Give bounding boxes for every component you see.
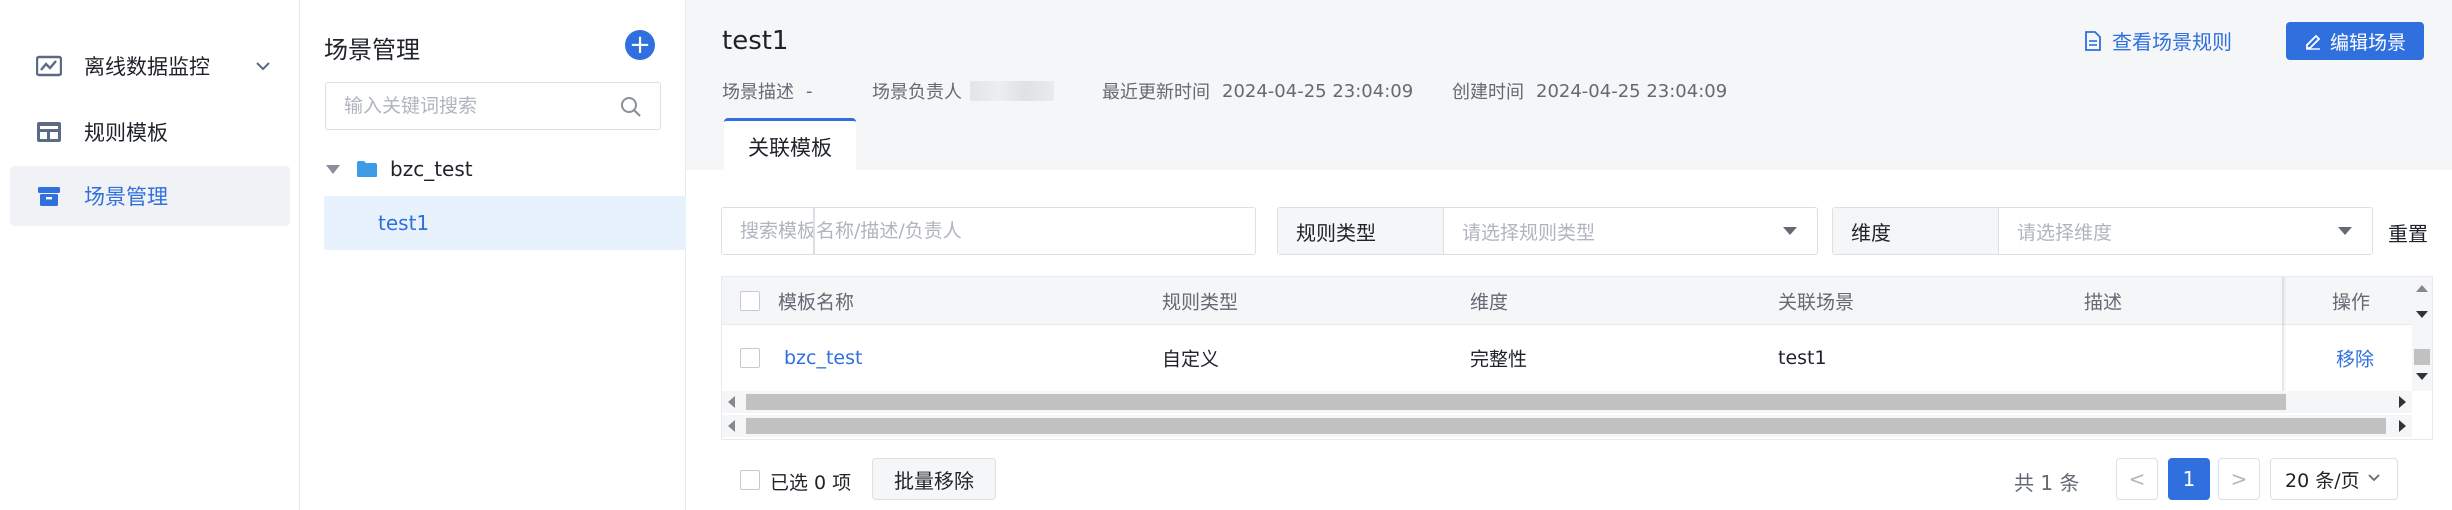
scene-header: test1 场景描述 - 场景负责人 最近更新时间 2024-04-25 23:… bbox=[686, 0, 2452, 172]
tree-node-test1[interactable]: test1 bbox=[324, 196, 686, 250]
view-scene-rules-link[interactable]: 查看场景规则 bbox=[2084, 26, 2232, 55]
scroll-up-icon[interactable] bbox=[2416, 285, 2428, 292]
templates-table: 模板名称 规则类型 维度 关联场景 描述 操作 bzc_test 自定义 完整性… bbox=[721, 276, 2433, 440]
tree-search-box bbox=[325, 82, 661, 130]
sidebar-nav: 离线数据监控 规则模板 场景管理 bbox=[0, 0, 300, 510]
tab-linked-templates[interactable]: 关联模板 bbox=[724, 118, 856, 172]
scroll-right-icon[interactable] bbox=[2399, 396, 2406, 408]
monitor-chart-icon bbox=[36, 55, 62, 77]
scroll-down-icon[interactable] bbox=[2416, 373, 2428, 380]
rule-type-placeholder: 请选择规则类型 bbox=[1462, 221, 1596, 244]
sidebar-item-label: 场景管理 bbox=[84, 185, 168, 209]
dimension-select-group: 维度 请选择维度 bbox=[1832, 207, 2373, 255]
page-1-button[interactable]: 1 bbox=[2168, 458, 2210, 500]
scroll-left-icon[interactable] bbox=[728, 396, 735, 408]
horizontal-scrollbar[interactable] bbox=[722, 415, 2412, 437]
reset-button[interactable]: 重置 bbox=[2388, 218, 2428, 247]
sidebar-item-label: 规则模板 bbox=[84, 121, 168, 145]
table-cell: 自定义 bbox=[1162, 348, 1220, 371]
prev-page-button[interactable]: < bbox=[2116, 458, 2158, 500]
scroll-thumb[interactable] bbox=[746, 394, 2286, 410]
edit-icon bbox=[2305, 34, 2321, 50]
meta-value: 2024-04-25 23:04:09 bbox=[1536, 80, 1728, 102]
tree-node-label: test1 bbox=[378, 211, 430, 235]
caret-down-icon bbox=[1783, 227, 1797, 235]
column-header: 模板名称 bbox=[778, 291, 855, 313]
document-icon bbox=[2085, 30, 2101, 51]
meta-label: 最近更新时间 bbox=[1102, 82, 1210, 103]
dimension-placeholder: 请选择维度 bbox=[2017, 221, 2113, 244]
template-icon bbox=[37, 122, 61, 142]
edit-scene-label: 编辑场景 bbox=[2329, 31, 2406, 54]
chevron-down-icon[interactable] bbox=[254, 57, 272, 75]
footer-select-checkbox[interactable] bbox=[740, 470, 760, 490]
table-cell: test1 bbox=[1778, 347, 1827, 369]
meta-updated: 最近更新时间 2024-04-25 23:04:09 bbox=[1102, 78, 1413, 104]
view-scene-rules-label: 查看场景规则 bbox=[2112, 30, 2232, 54]
rule-type-select[interactable]: 请选择规则类型 bbox=[1444, 208, 1817, 254]
dimension-select[interactable]: 请选择维度 bbox=[1999, 208, 2372, 254]
meta-created: 创建时间 2024-04-25 23:04:09 bbox=[1452, 78, 1727, 104]
dimension-label: 维度 bbox=[1833, 208, 1999, 254]
scroll-left-icon[interactable] bbox=[728, 420, 735, 432]
sidebar-item-offline-monitor[interactable]: 离线数据监控 bbox=[10, 36, 290, 96]
column-header: 维度 bbox=[1470, 291, 1509, 313]
page-title: test1 bbox=[722, 26, 789, 56]
rule-type-label: 规则类型 bbox=[1278, 208, 1444, 254]
page-size-value: 20 条/页 bbox=[2285, 469, 2360, 492]
sidebar-item-label: 离线数据监控 bbox=[84, 55, 210, 79]
column-header: 描述 bbox=[2084, 291, 2123, 313]
meta-label: 场景描述 bbox=[722, 82, 794, 103]
sidebar-item-rule-templates[interactable]: 规则模板 bbox=[10, 102, 290, 162]
scene-box-icon bbox=[38, 187, 60, 206]
caret-down-icon bbox=[2338, 227, 2352, 235]
page-size-select[interactable]: 20 条/页 bbox=[2270, 458, 2398, 500]
next-page-button[interactable]: > bbox=[2218, 458, 2260, 500]
template-search-box bbox=[721, 207, 1256, 255]
add-scene-button[interactable]: + bbox=[625, 30, 655, 60]
fixed-column-shadow bbox=[2282, 277, 2286, 391]
table-header: 模板名称 规则类型 维度 关联场景 描述 操作 bbox=[722, 277, 2432, 325]
meta-label: 场景负责人 bbox=[872, 82, 962, 103]
template-name-link[interactable]: bzc_test bbox=[784, 347, 862, 369]
column-header: 规则类型 bbox=[1162, 291, 1239, 313]
tree-title: 场景管理 bbox=[324, 36, 420, 64]
edit-scene-button[interactable]: 编辑场景 bbox=[2286, 22, 2424, 60]
table-row: bzc_test 自定义 完整性 test1 移除 bbox=[722, 325, 2432, 391]
remove-button[interactable]: 移除 bbox=[2336, 345, 2374, 372]
meta-owner: 场景负责人 bbox=[872, 78, 1054, 104]
scroll-down-icon[interactable] bbox=[2416, 311, 2428, 318]
sidebar-item-scene-management[interactable]: 场景管理 bbox=[10, 166, 290, 226]
tree-node-bzc-test[interactable]: bzc_test bbox=[300, 142, 686, 196]
caret-down-icon[interactable] bbox=[326, 164, 340, 174]
owner-redacted bbox=[970, 81, 1054, 101]
scroll-right-icon[interactable] bbox=[2399, 420, 2406, 432]
meta-description: 场景描述 - bbox=[722, 78, 813, 104]
rule-type-filter bbox=[813, 207, 815, 255]
scroll-thumb[interactable] bbox=[2414, 349, 2430, 365]
scene-tree-panel: 场景管理 + bzc_test test1 bbox=[300, 0, 686, 510]
horizontal-scrollbar[interactable] bbox=[722, 391, 2412, 413]
meta-value: - bbox=[806, 80, 813, 102]
chevron-down-icon bbox=[2368, 474, 2380, 482]
select-all-checkbox[interactable] bbox=[740, 290, 760, 311]
table-cell: 完整性 bbox=[1470, 348, 1528, 371]
tree-node-label: bzc_test bbox=[390, 157, 473, 181]
folder-icon bbox=[357, 161, 377, 177]
total-count: 共 1 条 bbox=[2014, 471, 2080, 495]
main-content: test1 场景描述 - 场景负责人 最近更新时间 2024-04-25 23:… bbox=[686, 0, 2452, 510]
vertical-scrollbar[interactable] bbox=[2412, 277, 2432, 391]
column-header: 关联场景 bbox=[1778, 291, 1855, 313]
template-search-input[interactable] bbox=[740, 220, 1255, 242]
meta-label: 创建时间 bbox=[1452, 82, 1524, 103]
scroll-thumb[interactable] bbox=[746, 418, 2386, 434]
row-checkbox[interactable] bbox=[740, 348, 760, 368]
tree-search-input[interactable] bbox=[344, 95, 604, 117]
column-header: 操作 bbox=[2332, 291, 2371, 313]
batch-remove-button[interactable]: 批量移除 bbox=[872, 458, 996, 500]
meta-value: 2024-04-25 23:04:09 bbox=[1222, 80, 1414, 102]
search-icon[interactable] bbox=[620, 96, 642, 118]
selected-count: 已选 0 项 bbox=[770, 472, 852, 494]
rule-type-select-group: 规则类型 请选择规则类型 bbox=[1277, 207, 1818, 255]
